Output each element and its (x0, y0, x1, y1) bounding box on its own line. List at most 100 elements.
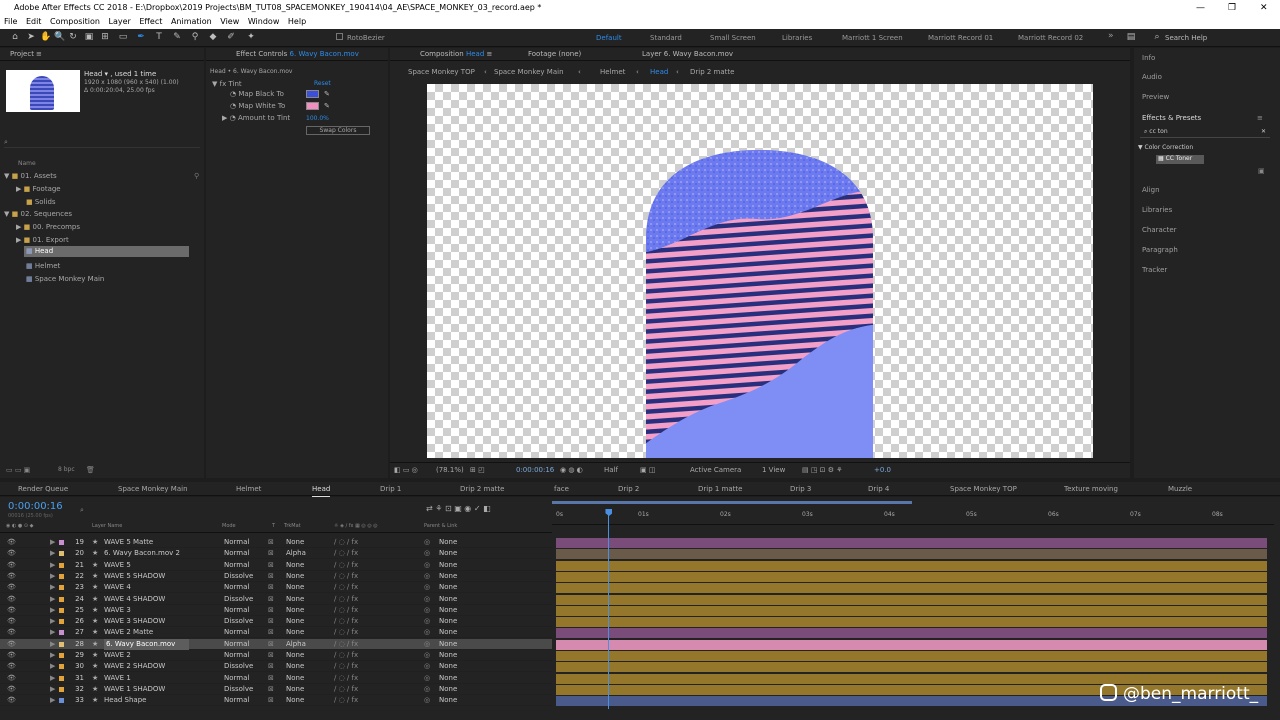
category-color-correction[interactable]: ▼ Color Correction (1138, 144, 1193, 151)
snapshot-icon[interactable]: ◉ ◍ ◐ (560, 463, 583, 477)
layer-duration-bar[interactable] (556, 549, 1267, 560)
info-panel[interactable]: Info (1142, 54, 1155, 62)
layer-row[interactable]: 👁 ▶ 30 ★ WAVE 2 SHADOW Dissolve ⊠ None ∕ ◌ ∕ fx ◎… (0, 661, 552, 673)
layer-name[interactable]: WAVE 1 (104, 673, 131, 684)
track-matte-dropdown[interactable]: Alpha (286, 548, 306, 559)
tab-head[interactable]: Head (312, 482, 331, 498)
preserve-transparency-icon[interactable]: ⊠ (268, 673, 274, 684)
menu-help[interactable]: Help (288, 17, 306, 26)
layer-name[interactable]: WAVE 2 SHADOW (104, 661, 165, 672)
preserve-transparency-icon[interactable]: ⊠ (268, 582, 274, 593)
blend-mode-dropdown[interactable]: Normal (224, 639, 249, 650)
layer-duration-bar[interactable] (556, 571, 1267, 582)
parent-dropdown[interactable]: None (439, 537, 457, 548)
layer-name[interactable]: WAVE 4 (104, 582, 131, 593)
preserve-transparency-icon[interactable]: ⊠ (268, 650, 274, 661)
col-trkmat[interactable]: TrkMat (284, 523, 301, 529)
layer-row[interactable]: 👁 ▶ 20 ★ 6. Wavy Bacon.mov 2 Normal ⊠ Alpha ∕ ◌ … (0, 548, 552, 560)
workspace-overflow-button[interactable]: » (1108, 31, 1114, 41)
layer-switches-icons[interactable]: ∕ ◌ ∕ fx (334, 560, 358, 571)
tab-face[interactable]: face (554, 482, 569, 496)
crumb-space-monkey-top[interactable]: Space Monkey TOP (408, 68, 475, 76)
roto-brush-icon[interactable]: ✐ (226, 32, 236, 42)
parent-dropdown[interactable]: None (439, 650, 457, 661)
footage-tab[interactable]: Footage (none) (528, 48, 581, 61)
visibility-icon[interactable]: 👁 (7, 560, 16, 571)
label-color-swatch[interactable] (59, 540, 64, 545)
track-matte-dropdown[interactable]: None (286, 560, 304, 571)
preserve-transparency-icon[interactable]: ⊠ (268, 627, 274, 638)
label-color-swatch[interactable] (59, 698, 64, 704)
effect-controls-tab[interactable]: Effect Controls 6. Wavy Bacon.mov (206, 48, 388, 61)
map-black-swatch[interactable] (306, 90, 319, 98)
tab-helmet[interactable]: Helmet (236, 482, 261, 496)
tab-drip-1-matte[interactable]: Drip 1 matte (698, 482, 742, 496)
layer-switches-icons[interactable]: ∕ ◌ ∕ fx (334, 616, 358, 627)
magnification-dropdown[interactable]: (78.1%) (436, 463, 464, 477)
layer-switches-icons[interactable]: ∕ ◌ ∕ fx (334, 639, 358, 650)
parent-dropdown[interactable]: None (439, 548, 457, 559)
parent-pickwhip-icon[interactable]: ◎ (424, 639, 430, 650)
parent-pickwhip-icon[interactable]: ◎ (424, 582, 430, 593)
track-matte-dropdown[interactable]: None (286, 537, 304, 548)
parent-pickwhip-icon[interactable]: ◎ (424, 548, 430, 559)
layer-duration-bar[interactable] (556, 583, 1267, 594)
label-color-swatch[interactable] (59, 607, 64, 613)
track-matte-dropdown[interactable]: None (286, 673, 304, 684)
twirl-icon[interactable]: ▶ (50, 594, 55, 605)
layer-name[interactable]: Head Shape (104, 695, 146, 706)
layer-tab[interactable]: Layer 6. Wavy Bacon.mov (642, 48, 733, 61)
menu-window[interactable]: Window (248, 17, 280, 26)
workspace-sync-icon[interactable]: ▤ (1126, 32, 1136, 42)
parent-pickwhip-icon[interactable]: ◎ (424, 627, 430, 638)
parent-pickwhip-icon[interactable]: ◎ (424, 695, 430, 706)
layer-switches-icons[interactable]: ∕ ◌ ∕ fx (334, 695, 358, 706)
layer-name[interactable]: WAVE 5 (104, 560, 131, 571)
resolution-dropdown[interactable]: Half (604, 463, 618, 477)
layer-duration-bar[interactable] (556, 560, 1267, 571)
layer-row[interactable]: 👁 ▶ 24 ★ WAVE 4 SHADOW Dissolve ⊠ None ∕ ◌ ∕ fx ◎… (0, 594, 552, 605)
clone-stamp-icon[interactable]: ⚲ (190, 32, 200, 42)
blend-mode-dropdown[interactable]: Normal (224, 673, 249, 684)
composition-tab[interactable]: Composition Head ≡ (420, 48, 492, 61)
search-icon[interactable]: ⌕ (80, 506, 84, 515)
preserve-transparency-icon[interactable]: ⊠ (268, 639, 274, 650)
parent-pickwhip-icon[interactable]: ◎ (424, 605, 430, 616)
track-matte-dropdown[interactable]: None (286, 616, 304, 627)
visibility-icon[interactable]: 👁 (7, 650, 16, 661)
workspace-marriott-record-02[interactable]: Marriott Record 02 (1018, 34, 1083, 42)
label-color-swatch[interactable] (59, 562, 64, 568)
view-layout-dropdown[interactable]: 1 View (762, 463, 785, 477)
layer-duration-bar[interactable] (556, 673, 1267, 684)
preserve-transparency-icon[interactable]: ⊠ (268, 684, 274, 695)
comp-canvas[interactable] (427, 84, 1093, 458)
col-t[interactable]: T (272, 523, 275, 529)
twirl-icon[interactable]: ▶ (50, 661, 55, 672)
tracker-panel[interactable]: Tracker (1142, 266, 1167, 274)
tab-render-queue[interactable]: Render Queue (18, 482, 68, 496)
label-color-swatch[interactable] (59, 686, 64, 692)
crumb-helmet[interactable]: Helmet (600, 68, 625, 76)
label-color-swatch[interactable] (59, 596, 64, 602)
layer-row[interactable]: 👁 ▶ 31 ★ WAVE 1 Normal ⊠ None ∕ ◌ ∕ fx ◎ None (0, 673, 552, 684)
effects-search-input[interactable]: ⌕ cc ton ✕ (1140, 128, 1270, 138)
track-matte-dropdown[interactable]: None (286, 650, 304, 661)
project-comp-head[interactable]: ▦ Head (24, 246, 189, 257)
parent-pickwhip-icon[interactable]: ◎ (424, 650, 430, 661)
parent-dropdown[interactable]: None (439, 661, 457, 672)
project-comp-space-monkey-main[interactable]: ▦ Space Monkey Main (26, 275, 104, 283)
project-folder-assets[interactable]: ▼ ■ 01. Assets (4, 172, 57, 180)
layer-switches-icons[interactable]: ∕ ◌ ∕ fx (334, 650, 358, 661)
layer-switches-icons[interactable]: ∕ ◌ ∕ fx (334, 684, 358, 695)
menu-file[interactable]: File (4, 17, 17, 26)
tab-space-monkey-top[interactable]: Space Monkey TOP (950, 482, 1017, 496)
label-color-swatch[interactable] (59, 573, 64, 579)
layer-switches-icons[interactable]: ∕ ◌ ∕ fx (334, 537, 358, 548)
layer-name[interactable]: WAVE 5 Matte (104, 537, 153, 548)
visibility-icon[interactable]: 👁 (7, 616, 16, 627)
selection-tool-icon[interactable]: ➤ (26, 32, 36, 42)
preserve-transparency-icon[interactable]: ⊠ (268, 695, 274, 706)
layer-switches-icons[interactable]: ∕ ◌ ∕ fx (334, 661, 358, 672)
visibility-icon[interactable]: 👁 (7, 684, 16, 695)
layer-name[interactable]: WAVE 3 SHADOW (104, 616, 165, 627)
